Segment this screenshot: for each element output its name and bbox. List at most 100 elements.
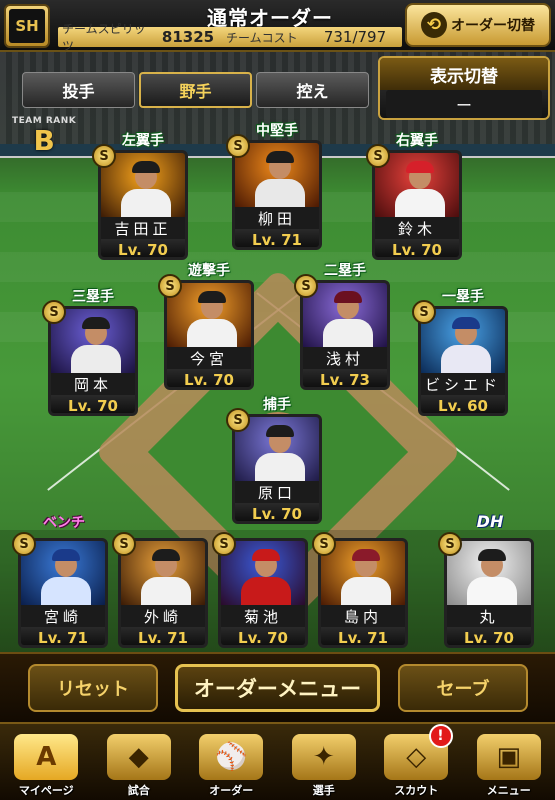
player-card[interactable]: 丸 Lv. 70 S: [438, 532, 534, 648]
nav-label: マイページ: [18, 784, 74, 797]
mypage-icon: A: [14, 734, 79, 780]
player-body: [323, 319, 373, 349]
player-body: [255, 179, 305, 209]
rank-s-badge: S: [212, 532, 236, 556]
card-frame: 原口 Lv. 70: [232, 414, 322, 524]
player-cap: [152, 549, 180, 561]
save-button[interactable]: セーブ: [398, 664, 528, 712]
nav-label: スカウト: [394, 784, 439, 797]
nav-mypage[interactable]: A マイページ: [0, 724, 93, 800]
player-name: 吉田正: [101, 217, 185, 239]
card-frame: 外崎 Lv. 71: [118, 538, 208, 648]
player-level: Lv. 71: [321, 627, 405, 645]
order-menu-button[interactable]: オーダーメニュー: [175, 664, 380, 712]
team-cost-label: チームコスト: [226, 30, 298, 45]
tab-pitcher[interactable]: 投手: [22, 72, 135, 108]
card-frame: ビシエド Lv. 60: [418, 306, 508, 416]
player-name: 今宮: [167, 347, 251, 369]
rank-s-badge: S: [158, 274, 182, 298]
nav-scout[interactable]: ◇ スカウト!: [370, 724, 463, 800]
player-name: 柳田: [235, 207, 319, 229]
notification-badge: !: [428, 724, 453, 748]
player-name: 鈴木: [375, 217, 459, 239]
player-body: [441, 345, 491, 375]
player-cap: [132, 161, 160, 173]
player-body: [141, 577, 191, 607]
card-frame: 島内 Lv. 71: [318, 538, 408, 648]
tab-reserve[interactable]: 控え: [256, 72, 369, 108]
player-level: Lv. 70: [51, 395, 135, 413]
player-level: Lv. 70: [235, 503, 319, 521]
player-body: [187, 319, 237, 349]
player-body: [255, 453, 305, 483]
player-card[interactable]: 岡本 Lv. 70 S: [42, 300, 138, 416]
rank-s-badge: S: [112, 532, 136, 556]
rank-s-badge: S: [438, 532, 462, 556]
nav-order[interactable]: ⚾ オーダー: [185, 724, 278, 800]
player-level: Lv. 70: [375, 239, 459, 257]
player-level: Lv. 60: [421, 395, 505, 413]
player-level: Lv. 70: [221, 627, 305, 645]
team-rank-value: B: [33, 124, 55, 157]
player-card[interactable]: 鈴木 Lv. 70 S: [366, 144, 462, 260]
tab-fielder[interactable]: 野手: [139, 72, 252, 108]
player-body: [241, 577, 291, 607]
player-card[interactable]: 浅村 Lv. 73 S: [294, 274, 390, 390]
player-level: Lv. 70: [167, 369, 251, 387]
player-cap: [478, 549, 506, 561]
team-logo-text: SH: [9, 9, 45, 43]
reset-button[interactable]: リセット: [28, 664, 158, 712]
player-name: ビシエド: [421, 373, 505, 395]
card-frame: 今宮 Lv. 70: [164, 280, 254, 390]
player-body: [121, 189, 171, 219]
team-logo: SH: [4, 4, 50, 48]
player-card[interactable]: ビシエド Lv. 60 S: [412, 300, 508, 416]
order-switch-label: オーダー切替: [451, 18, 535, 34]
card-frame: 柳田 Lv. 71: [232, 140, 322, 250]
display-switch-label: 表示切替: [380, 58, 548, 90]
player-name: 原口: [235, 481, 319, 503]
player-cap: [266, 151, 294, 163]
nav-label: 試合: [127, 784, 150, 797]
rank-s-badge: S: [12, 532, 36, 556]
nav-menu[interactable]: ▣ メニュー: [463, 724, 555, 800]
player-card[interactable]: 今宮 Lv. 70 S: [158, 274, 254, 390]
header-bar: SH 通常オーダー チームスピリッツ 81325 チームコスト 731/797 …: [0, 0, 555, 53]
bottom-navigation: A マイページ ◆ 試合 ⚾ オーダー ✦ 選手 ◇ スカウト! ▣ メニュー: [0, 722, 555, 800]
dh-label: DH: [476, 512, 504, 531]
player-cap: [352, 549, 380, 561]
rank-s-badge: S: [294, 274, 318, 298]
player-cap: [266, 425, 294, 437]
card-frame: 浅村 Lv. 73: [300, 280, 390, 390]
nav-game[interactable]: ◆ 試合: [93, 724, 186, 800]
nav-players[interactable]: ✦ 選手: [278, 724, 371, 800]
card-frame: 丸 Lv. 70: [444, 538, 534, 648]
nav-label: メニュー: [486, 784, 531, 797]
team-cost-value: 731/797: [323, 28, 387, 46]
player-name: 外崎: [121, 605, 205, 627]
player-cap: [406, 161, 434, 173]
display-switch-button[interactable]: 表示切替 ー: [378, 56, 550, 120]
bench-label: ベンチ: [43, 515, 85, 531]
player-card[interactable]: 原口 Lv. 70 S: [226, 408, 322, 524]
player-card[interactable]: 外崎 Lv. 71 S: [112, 532, 208, 648]
player-level: Lv. 71: [121, 627, 205, 645]
player-body: [341, 577, 391, 607]
player-cap: [198, 291, 226, 303]
player-card[interactable]: 柳田 Lv. 71 S: [226, 134, 322, 250]
order-switch-button[interactable]: ⟲ オーダー切替: [405, 3, 551, 47]
player-card[interactable]: 宮崎 Lv. 71 S: [12, 532, 108, 648]
player-body: [41, 577, 91, 607]
rank-s-badge: S: [42, 300, 66, 324]
rank-s-badge: S: [226, 134, 250, 158]
player-name: 丸: [447, 605, 531, 627]
card-frame: 宮崎 Lv. 71: [18, 538, 108, 648]
display-switch-value: ー: [386, 90, 542, 118]
player-card[interactable]: 菊池 Lv. 70 S: [212, 532, 308, 648]
player-card[interactable]: 吉田正 Lv. 70 S: [92, 144, 188, 260]
player-body: [71, 345, 121, 375]
player-card[interactable]: 島内 Lv. 71 S: [312, 532, 408, 648]
team-spirits-label: チームスピリッツ: [62, 22, 146, 53]
action-bar: リセット オーダーメニュー セーブ: [0, 652, 555, 722]
player-level: Lv. 71: [235, 229, 319, 247]
